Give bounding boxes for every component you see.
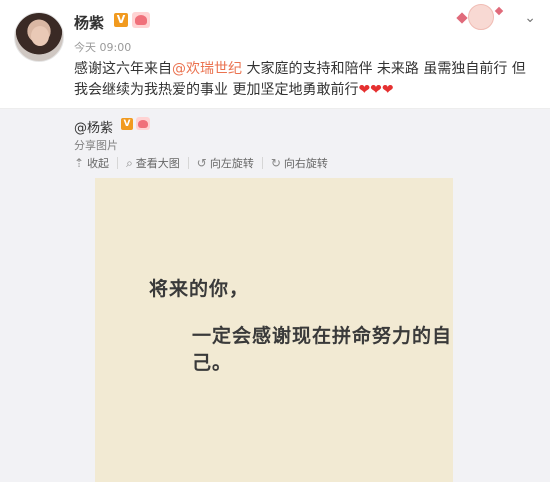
rotate-left-label: 向左旋转 [209, 157, 254, 170]
shared-image[interactable]: 将来的你， 一定会感谢现在拼命努力的自己。 [95, 178, 453, 482]
image-toolbar: ⇡ 收起 ⌕ 查看大图 ↺ 向左旋转 ↻ 向右旋转 [74, 154, 336, 172]
user-avatar[interactable] [14, 12, 64, 62]
username[interactable]: 杨紫 [74, 12, 104, 33]
chevron-down-icon[interactable]: ⌄ [524, 10, 536, 26]
view-large-button[interactable]: ⌕ 查看大图 [126, 155, 180, 171]
view-large-label: 查看大图 [135, 157, 180, 170]
post-time[interactable]: 今天 09:00 [74, 39, 131, 55]
rotate-left-icon: ↺ [196, 156, 207, 170]
rotate-left-button[interactable]: ↺ 向左旋转 [197, 155, 254, 171]
image-text-line2: 一定会感谢现在拼命努力的自己。 [192, 325, 453, 374]
retweet-card: @杨紫 V 分享图片 ⇡ 收起 ⌕ 查看大图 ↺ 向左旋转 ↻ 向右旋转 将来的… [0, 109, 550, 482]
share-label: 分享图片 [74, 139, 118, 152]
vip-crown-icon [136, 117, 150, 130]
post-text: 感谢这六年来自@欢瑞世纪 大家庭的支持和陪伴 未来路 虽需独自前行 但我会继续为… [74, 59, 536, 101]
image-text-line1: 将来的你， [149, 278, 250, 300]
avatar-face [31, 26, 49, 46]
collapse-button[interactable]: ⇡ 收起 [74, 155, 109, 171]
magnifier-icon: ⌕ [126, 155, 133, 170]
weibo-post: 杨紫 V 今天 09:00 ⌄ 感谢这六年来自@欢瑞世纪 大家庭的支持和陪伴 未… [0, 0, 550, 108]
arrow-up-icon: ⇡ [74, 156, 85, 170]
rotate-right-label: 向右旋转 [283, 157, 328, 170]
card-decoration-icon [456, 4, 504, 34]
heart-emoji-icon: ❤❤❤ [358, 82, 394, 98]
toolbar-separator [261, 157, 263, 169]
toolbar-separator [117, 157, 119, 169]
verified-icon: V [121, 118, 133, 130]
collapse-label: 收起 [87, 157, 110, 170]
vip-crown-icon [132, 12, 150, 28]
retweet-username[interactable]: @杨紫 [74, 117, 113, 136]
mention-link[interactable]: @欢瑞世纪 [172, 61, 242, 77]
verified-icon: V [114, 13, 128, 27]
post-text-start: 感谢这六年来自 [74, 61, 172, 77]
toolbar-separator [187, 157, 189, 169]
rotate-right-button[interactable]: ↻ 向右旋转 [271, 155, 328, 171]
rotate-right-icon: ↻ [270, 156, 281, 170]
